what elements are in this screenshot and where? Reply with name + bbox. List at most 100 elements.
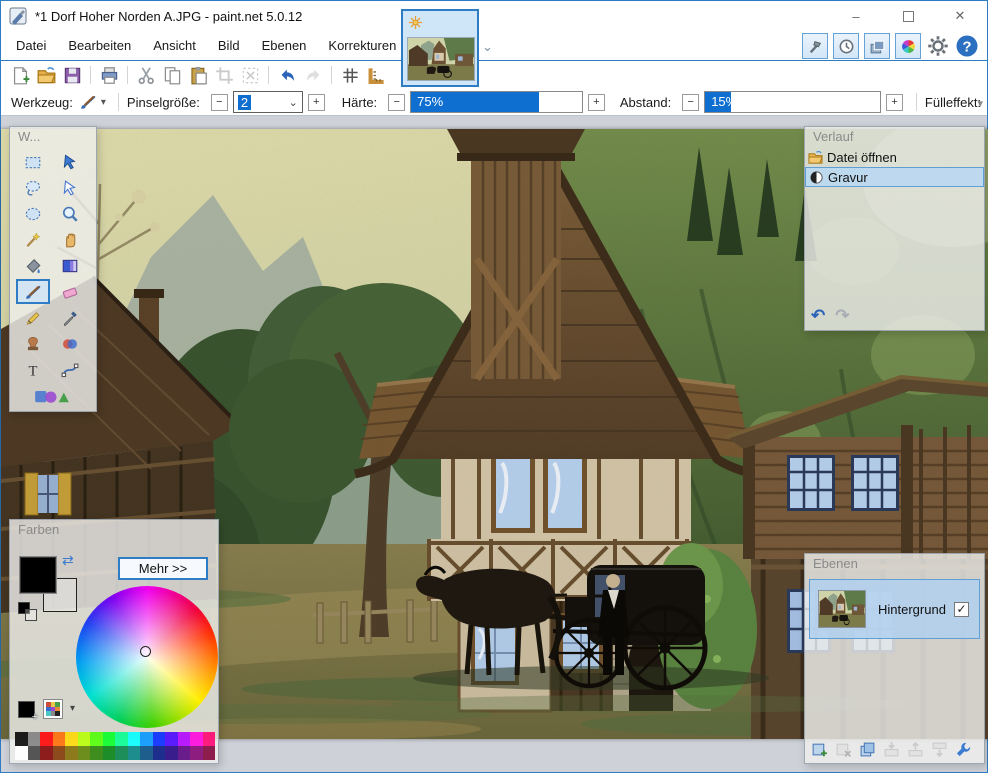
palette-swatch[interactable]: [140, 746, 153, 760]
copy-button[interactable]: [160, 63, 184, 87]
add-color-button[interactable]: [18, 701, 38, 723]
palette-swatch[interactable]: [127, 746, 140, 760]
menu-datei[interactable]: Datei: [5, 33, 57, 58]
menu-korrekturen[interactable]: Korrekturen: [317, 33, 407, 58]
spacing-increment[interactable]: +: [885, 93, 903, 111]
minimize-button[interactable]: –: [843, 5, 869, 27]
palette-swatch[interactable]: [177, 732, 190, 746]
tools-panel-title[interactable]: W...: [10, 127, 96, 147]
history-panel-title[interactable]: Verlauf: [805, 127, 984, 147]
menu-ansicht[interactable]: Ansicht: [142, 33, 207, 58]
palette-swatch[interactable]: [77, 746, 90, 760]
print-button[interactable]: [97, 63, 121, 87]
tool-gradient[interactable]: [53, 253, 87, 278]
combo-caret-icon[interactable]: ⌄: [289, 96, 298, 109]
palette-swatch[interactable]: [115, 746, 128, 760]
palette-swatch[interactable]: [15, 732, 28, 746]
palette-swatch[interactable]: [65, 746, 78, 760]
palette-swatch[interactable]: [127, 732, 140, 746]
spacing-decrement[interactable]: −: [682, 93, 700, 111]
new-file-button[interactable]: [8, 63, 32, 87]
more-button[interactable]: Mehr >>: [118, 557, 208, 580]
grid-button[interactable]: [338, 63, 362, 87]
colors-panel-title[interactable]: Farben: [10, 520, 218, 540]
layer-row-hintergrund[interactable]: Hintergrund ✓: [809, 579, 980, 639]
close-button[interactable]: ✕: [947, 5, 973, 27]
fill-style-caret-icon[interactable]: ▾: [977, 97, 983, 110]
tool-text[interactable]: T: [16, 357, 50, 382]
palette-swatch[interactable]: [152, 732, 165, 746]
palette-swatch[interactable]: [190, 746, 203, 760]
brush-size-combobox[interactable]: 2 ⌄: [232, 91, 303, 113]
document-tab[interactable]: [401, 9, 479, 87]
palette-swatch[interactable]: [90, 746, 103, 760]
help-icon[interactable]: ?: [955, 33, 979, 59]
add-layer-button[interactable]: [811, 741, 828, 758]
undo-button[interactable]: [275, 63, 299, 87]
palette-swatch[interactable]: [15, 746, 28, 760]
tool-zoom[interactable]: [53, 201, 87, 226]
palette-swatch[interactable]: [152, 746, 165, 760]
color-wheel-selector[interactable]: [140, 646, 151, 657]
layer-properties-button[interactable]: [955, 741, 972, 758]
hardness-slider[interactable]: 75%: [410, 91, 583, 113]
menu-ebenen[interactable]: Ebenen: [251, 33, 318, 58]
tool-dropdown-caret-icon[interactable]: ▾: [101, 97, 106, 108]
hardness-increment[interactable]: +: [587, 93, 605, 111]
settings-gear-icon[interactable]: [926, 33, 950, 59]
palette-swatch[interactable]: [52, 746, 65, 760]
tool-color-picker[interactable]: [53, 305, 87, 330]
palette-swatch[interactable]: [77, 732, 90, 746]
palette-swatch[interactable]: [40, 732, 53, 746]
current-tool-icon[interactable]: [79, 93, 97, 111]
toggle-tools-window[interactable]: [802, 33, 828, 59]
palette-swatch[interactable]: [40, 746, 53, 760]
spacing-slider[interactable]: 15%: [704, 91, 881, 113]
tool-ellipse-select[interactable]: [16, 201, 50, 226]
open-folder-button[interactable]: [34, 63, 58, 87]
primary-color-swatch[interactable]: [19, 556, 57, 594]
hardness-decrement[interactable]: −: [388, 93, 406, 111]
palette-swatch[interactable]: [52, 732, 65, 746]
color-wheel[interactable]: [76, 586, 218, 728]
palette-swatch[interactable]: [165, 732, 178, 746]
palette-swatch[interactable]: [27, 732, 40, 746]
history-item-gravur[interactable]: Gravur: [805, 167, 984, 187]
tool-move-selected-pixels[interactable]: [53, 149, 87, 174]
palette-swatch[interactable]: [115, 732, 128, 746]
save-button[interactable]: [60, 63, 84, 87]
ruler-button[interactable]: [364, 63, 388, 87]
tool-pencil[interactable]: [16, 305, 50, 330]
palette-swatch[interactable]: [102, 732, 115, 746]
tool-move-selection[interactable]: [53, 175, 87, 200]
maximize-button[interactable]: [895, 5, 921, 27]
toggle-colors-window[interactable]: [895, 33, 921, 59]
palette-swatch[interactable]: [27, 746, 40, 760]
palette-swatch[interactable]: [190, 732, 203, 746]
tool-pan[interactable]: [53, 227, 87, 252]
tab-list-chevron-icon[interactable]: ⌄: [482, 39, 493, 55]
swap-colors-icon[interactable]: ⇄: [62, 552, 74, 569]
palette-swatch[interactable]: [165, 746, 178, 760]
title-bar[interactable]: *1 Dorf Hoher Norden A.JPG - paint.net 5…: [1, 1, 987, 31]
palette-swatch[interactable]: [140, 732, 153, 746]
palette-menu-caret-icon[interactable]: ▾: [70, 703, 75, 714]
tool-lasso-select[interactable]: [16, 175, 50, 200]
toggle-layers-window[interactable]: [864, 33, 890, 59]
brush-size-decrement[interactable]: −: [210, 93, 228, 111]
menu-bearbeiten[interactable]: Bearbeiten: [57, 33, 142, 58]
menu-bild[interactable]: Bild: [207, 33, 251, 58]
history-item-open[interactable]: Datei öffnen: [805, 147, 984, 167]
tool-magic-wand[interactable]: [16, 227, 50, 252]
palette-swatch[interactable]: [202, 746, 215, 760]
palette-swatch[interactable]: [177, 746, 190, 760]
palette-menu-button[interactable]: [43, 699, 63, 719]
tool-rectangle-select[interactable]: [16, 149, 50, 174]
cut-button[interactable]: [134, 63, 158, 87]
toggle-history-window[interactable]: [833, 33, 859, 59]
tool-line-curve[interactable]: [53, 357, 87, 382]
palette-swatch[interactable]: [65, 732, 78, 746]
tool-paint-bucket[interactable]: [16, 253, 50, 278]
tool-recolor[interactable]: [53, 331, 87, 356]
layers-panel-title[interactable]: Ebenen: [805, 554, 984, 574]
